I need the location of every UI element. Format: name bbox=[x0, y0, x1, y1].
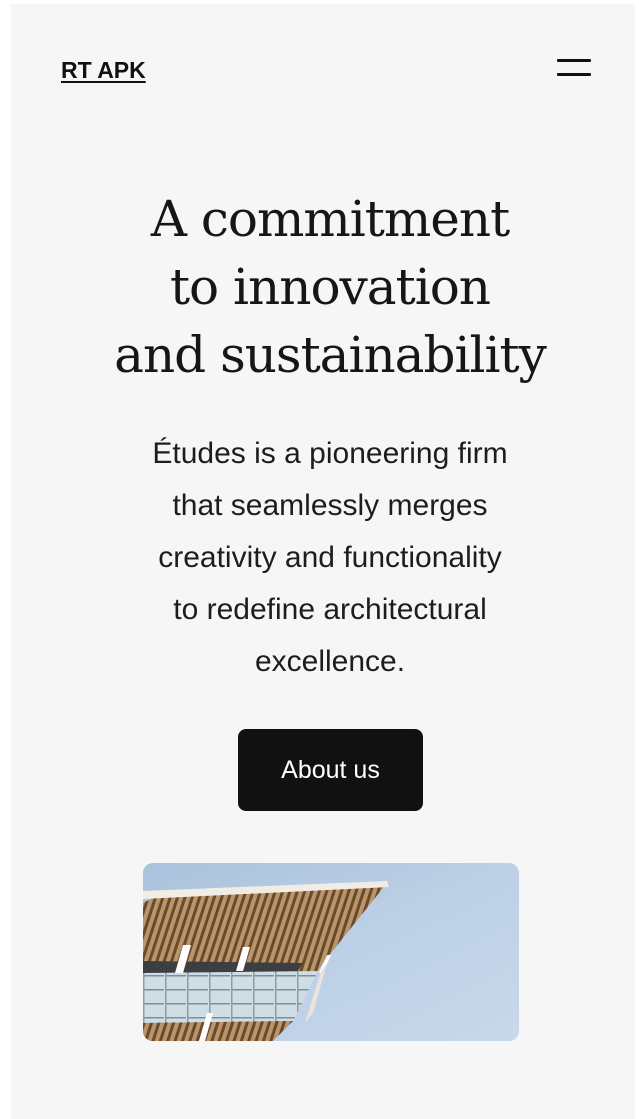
hero-description: Études is a pioneering firm that seamles… bbox=[90, 428, 570, 688]
menu-bar-top bbox=[557, 59, 591, 62]
menu-bar-bottom bbox=[557, 73, 591, 76]
hero-heading-line: to innovation bbox=[169, 258, 491, 316]
hero-heading-line: and sustainability bbox=[114, 326, 547, 384]
hero-architecture-image bbox=[143, 863, 519, 1041]
site-title-link[interactable]: RT APK bbox=[61, 56, 146, 84]
hero-description-line: that seamlessly merges bbox=[172, 489, 488, 522]
hero-description-line: to redefine architectural bbox=[173, 593, 487, 626]
hamburger-menu-icon[interactable] bbox=[555, 56, 595, 82]
hero-description-line: creativity and functionality bbox=[158, 541, 502, 574]
hero-description-line: excellence. bbox=[254, 645, 406, 678]
hero-heading-line: A commitment bbox=[150, 190, 510, 248]
hero-description-line: Études is a pioneering firm bbox=[152, 437, 508, 470]
page: RT APK A commitment to innovation and su… bbox=[0, 0, 639, 1119]
hero-heading: A commitment to innovation and sustainab… bbox=[60, 185, 600, 389]
about-us-button[interactable]: About us bbox=[238, 729, 423, 811]
